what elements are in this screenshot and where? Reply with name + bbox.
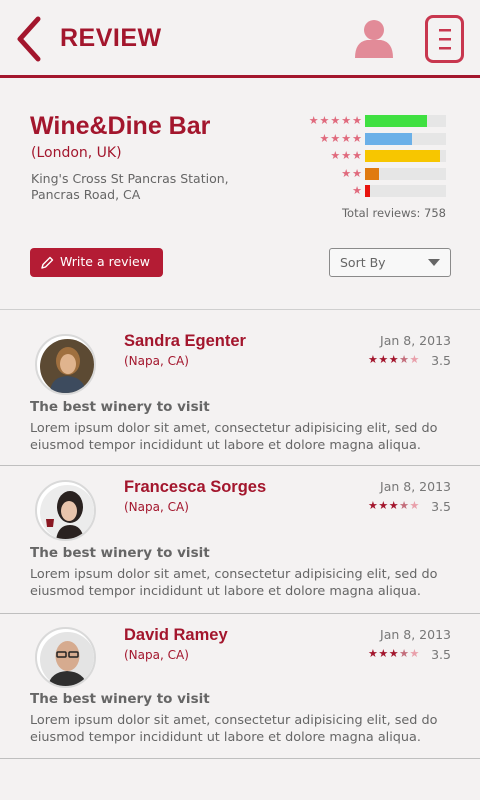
menu-icon	[439, 29, 451, 50]
reviewer-location: (Napa, CA)	[124, 500, 189, 514]
pencil-icon	[41, 256, 54, 269]
profile-button[interactable]	[353, 19, 395, 59]
rating-bar-fill	[365, 185, 370, 197]
review-item[interactable]: David Ramey (Napa, CA) Jan 8, 2013 ★★★★★…	[0, 615, 480, 759]
star-empty: ★	[409, 353, 420, 366]
avatar	[35, 480, 96, 541]
rating-distribution: ★★★★★ ★★★★ ★★★ ★★ ★	[290, 114, 450, 202]
review-rating-stars: ★★★★★	[368, 499, 420, 513]
rating-bar-fill	[365, 167, 379, 180]
reviewer-location: (Napa, CA)	[124, 354, 189, 368]
review-item[interactable]: Francesca Sorges (Napa, CA) Jan 8, 2013 …	[0, 467, 480, 614]
total-reviews: Total reviews: 758	[341, 206, 446, 220]
user-icon	[355, 20, 393, 58]
review-title: The best winery to visit	[30, 399, 210, 415]
rating-bar-fill	[365, 132, 412, 145]
rating-row-2: ★★	[290, 167, 450, 185]
reviewer-photo	[40, 632, 94, 686]
back-button[interactable]	[14, 16, 44, 62]
reviewer-location: (Napa, CA)	[124, 648, 189, 662]
page-title: REVIEW	[60, 24, 162, 52]
rating-stars-label: ★★★★★	[308, 114, 363, 127]
star-half: ★	[399, 353, 410, 366]
review-body: Lorem ipsum dolor sit amet, consectetur …	[30, 713, 438, 745]
review-title: The best winery to visit	[30, 545, 210, 561]
avatar	[35, 627, 96, 688]
review-score: 3.5	[431, 353, 451, 368]
rating-bar-fill	[365, 115, 427, 127]
star-empty: ★	[409, 499, 420, 512]
review-date: Jan 8, 2013	[380, 627, 451, 642]
review-date: Jan 8, 2013	[380, 479, 451, 494]
caret-down-icon	[428, 259, 440, 266]
star-filled: ★★★	[368, 499, 400, 512]
venue-name: Wine&Dine Bar	[30, 112, 211, 140]
review-rating-stars: ★★★★★	[368, 647, 420, 661]
menu-button[interactable]	[425, 15, 464, 63]
sort-dropdown[interactable]: Sort By	[329, 248, 451, 277]
venue-address-line: King's Cross St Pancras Station,	[31, 171, 229, 186]
avatar	[35, 334, 96, 395]
review-date: Jan 8, 2013	[380, 333, 451, 348]
rating-row-5: ★★★★★	[290, 114, 450, 132]
app-header: REVIEW	[0, 0, 480, 78]
rating-bar-track	[365, 185, 446, 197]
rating-bar-fill	[365, 150, 441, 162]
reviewer-name[interactable]: Sandra Egenter	[124, 332, 246, 351]
reviewer-photo	[40, 485, 94, 539]
reviewer-name[interactable]: Francesca Sorges	[124, 478, 266, 497]
star-filled: ★★★	[368, 647, 400, 660]
review-body: Lorem ipsum dolor sit amet, consectetur …	[30, 567, 438, 599]
venue-summary: Wine&Dine Bar (London, UK) King's Cross …	[0, 81, 480, 310]
venue-address: King's Cross St Pancras Station, Pancras…	[31, 171, 229, 203]
reviewer-name[interactable]: David Ramey	[124, 626, 228, 645]
review-body: Lorem ipsum dolor sit amet, consectetur …	[30, 421, 438, 453]
rating-stars-label: ★★★	[330, 149, 363, 162]
rating-stars-label: ★	[352, 184, 363, 197]
write-review-label: Write a review	[60, 254, 150, 269]
star-filled: ★★★	[368, 353, 400, 366]
star-half: ★	[399, 647, 410, 660]
write-review-button[interactable]: Write a review	[30, 248, 163, 277]
rating-stars-label: ★★	[341, 166, 363, 180]
review-item[interactable]: Sandra Egenter (Napa, CA) Jan 8, 2013 ★★…	[0, 311, 480, 466]
venue-city: (London, UK)	[31, 145, 122, 161]
rating-stars-label: ★★★★	[319, 131, 363, 145]
venue-address-line: Pancras Road, CA	[31, 187, 141, 202]
rating-bar-track	[365, 132, 446, 145]
rating-bar-track	[365, 167, 446, 180]
rating-row-3: ★★★	[290, 149, 450, 167]
rating-bar-track	[365, 115, 446, 127]
review-score: 3.5	[431, 647, 451, 662]
rating-row-1: ★	[290, 184, 450, 202]
rating-row-4: ★★★★	[290, 132, 450, 150]
sort-label: Sort By	[340, 255, 386, 270]
chevron-left-icon	[17, 16, 41, 62]
star-half: ★	[399, 499, 410, 512]
rating-bar-track	[365, 150, 446, 162]
review-score: 3.5	[431, 499, 451, 514]
star-empty: ★	[409, 647, 420, 660]
review-title: The best winery to visit	[30, 691, 210, 707]
reviewer-photo	[40, 339, 94, 393]
review-rating-stars: ★★★★★	[368, 353, 420, 367]
